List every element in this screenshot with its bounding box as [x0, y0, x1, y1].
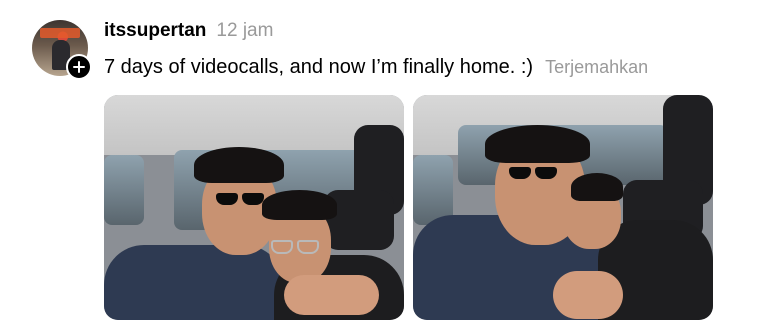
username-link[interactable]: itssupertan: [104, 20, 206, 42]
follow-plus-button[interactable]: [66, 54, 92, 80]
hand: [553, 271, 623, 319]
car-window-left: [104, 155, 144, 225]
selfie-photo-2[interactable]: [413, 95, 713, 320]
person-2-hair: [262, 190, 337, 220]
person-1-hair: [485, 125, 590, 163]
post-caption: 7 days of videocalls, and now I’m finall…: [104, 56, 534, 78]
sunglasses: [509, 167, 557, 179]
person-2-hair: [571, 173, 623, 201]
clear-glasses: [271, 240, 319, 254]
post-timestamp[interactable]: 12 jam: [216, 20, 273, 42]
person-1-hair: [194, 147, 284, 183]
sunglasses: [216, 193, 264, 205]
translate-link[interactable]: Terjemahkan: [545, 57, 648, 78]
caption-row: 7 days of videocalls, and now I’m finall…: [104, 56, 648, 79]
person-1-shirt: [104, 245, 284, 320]
avatar-background-sign: [40, 28, 80, 38]
thread-post: itssupertan 12 jam 7 days of videocalls,…: [0, 0, 775, 334]
avatar-container[interactable]: [32, 20, 92, 80]
hands: [284, 275, 379, 315]
post-header: itssupertan 12 jam: [104, 20, 273, 44]
selfie-photo-1[interactable]: [104, 95, 404, 320]
plus-icon: [73, 61, 85, 73]
